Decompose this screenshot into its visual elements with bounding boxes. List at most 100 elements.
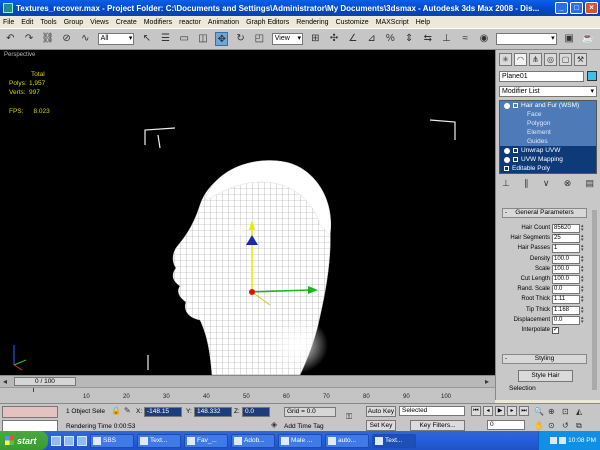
auto-key-button[interactable]: Auto Key: [366, 406, 396, 417]
display-tab-icon[interactable]: ▢: [559, 52, 572, 66]
link-icon[interactable]: ⛓: [41, 32, 54, 46]
pan-icon[interactable]: ✋: [534, 421, 544, 430]
maximize-viewport-icon[interactable]: ⧉: [576, 421, 582, 431]
play-icon[interactable]: ▶: [495, 406, 505, 416]
style-hair-button[interactable]: Style Hair: [518, 370, 573, 382]
modify-tab-icon[interactable]: ◠: [514, 52, 527, 66]
spinner-icon[interactable]: ▴ ▾: [581, 295, 584, 304]
menu-modifiers[interactable]: Modifiers: [144, 19, 172, 26]
object-color-swatch[interactable]: [587, 71, 597, 81]
expand-icon[interactable]: [513, 103, 518, 108]
taskbar-item-male[interactable]: Male ...: [278, 433, 322, 448]
taskbar-item-auto[interactable]: auto...: [325, 433, 369, 448]
menu-help[interactable]: Help: [416, 19, 430, 26]
go-to-end-icon[interactable]: ⏭: [519, 406, 529, 416]
close-button[interactable]: ×: [585, 2, 598, 14]
set-key-button[interactable]: Set Key: [366, 420, 396, 431]
spinner-snap-icon[interactable]: ⇕: [403, 32, 416, 46]
zoom-icon[interactable]: 🔍: [534, 407, 544, 416]
menu-animation[interactable]: Animation: [208, 19, 239, 26]
menu-group[interactable]: Group: [64, 19, 83, 26]
object-name-field[interactable]: Plane01: [499, 71, 584, 82]
snap-toggle-icon[interactable]: ∠: [346, 32, 359, 46]
time-tag-icon[interactable]: ◈: [271, 420, 277, 429]
angle-snap-icon[interactable]: ⊿: [365, 32, 378, 46]
bulb-icon[interactable]: [504, 156, 510, 163]
minimize-button[interactable]: _: [555, 2, 568, 14]
taskbar-item-text-1[interactable]: Text...: [137, 433, 181, 448]
modifier-list-dropdown[interactable]: Modifier List: [499, 86, 597, 97]
density-field[interactable]: 100.0: [552, 254, 580, 264]
window-crossing-icon[interactable]: ◫: [197, 32, 210, 46]
menu-create[interactable]: Create: [116, 19, 137, 26]
cut-length-field[interactable]: 100.0: [552, 274, 580, 284]
viewport-label[interactable]: Perspective: [4, 52, 35, 58]
tray-icon[interactable]: [550, 437, 558, 444]
stack-item-face[interactable]: Face: [500, 110, 596, 119]
stack-item-guides[interactable]: Guides: [500, 137, 596, 146]
motion-tab-icon[interactable]: ◎: [544, 52, 557, 66]
bulb-icon[interactable]: [504, 102, 510, 109]
stack-item-uvw-mapping[interactable]: UVW Mapping: [500, 155, 596, 164]
menu-customize[interactable]: Customize: [336, 19, 369, 26]
zoom-extents-icon[interactable]: ⊡: [562, 407, 569, 416]
menu-file[interactable]: File: [3, 19, 14, 26]
reference-coord-dropdown[interactable]: View: [271, 33, 303, 45]
quick-launch-icon[interactable]: [64, 435, 74, 446]
unlink-icon[interactable]: ⊘: [60, 32, 73, 46]
quick-launch-icon[interactable]: [77, 435, 87, 446]
expand-icon[interactable]: [504, 166, 509, 171]
mirror-icon[interactable]: ⇆: [421, 32, 434, 46]
remove-modifier-icon[interactable]: ⊗: [564, 178, 572, 189]
selection-filter-dropdown[interactable]: All: [97, 33, 135, 45]
tip-thick-field[interactable]: 1.168: [552, 305, 580, 315]
render-setup-icon[interactable]: ▣: [563, 32, 576, 46]
stack-item-unwrap-uvw[interactable]: Unwrap UVW: [500, 146, 596, 155]
root-thick-field[interactable]: 1.11: [552, 295, 580, 305]
tray-icon[interactable]: [559, 437, 567, 444]
select-and-scale-icon[interactable]: ◰: [253, 32, 266, 46]
x-coordinate-field[interactable]: -148.15: [144, 407, 182, 417]
stack-item-hair-and-fur[interactable]: Hair and Fur (WSM): [500, 101, 596, 110]
scale-field[interactable]: 100.0: [552, 264, 580, 274]
command-panel-scrollbar[interactable]: [592, 210, 597, 390]
utilities-tab-icon[interactable]: ⚒: [574, 52, 587, 66]
track-bar[interactable]: 10 20 30 40 50 60 70 80 90 100: [0, 387, 495, 403]
bind-space-warp-icon[interactable]: ∿: [79, 32, 92, 46]
menu-edit[interactable]: Edit: [21, 19, 33, 26]
z-coordinate-field[interactable]: 0.0: [242, 407, 270, 417]
key-icon[interactable]: ⚿: [346, 412, 352, 422]
expand-icon[interactable]: [513, 148, 518, 153]
quick-launch-icon[interactable]: [51, 435, 61, 446]
select-by-name-icon[interactable]: ☰: [159, 32, 172, 46]
key-mode-dropdown[interactable]: Selected: [399, 406, 465, 416]
taskbar-item-sbs[interactable]: SBS: [90, 433, 134, 448]
general-parameters-rollout[interactable]: - General Parameters: [502, 208, 587, 218]
taskbar-item-fav[interactable]: Fav_...: [184, 433, 228, 448]
key-filters-button[interactable]: Key Filters...: [410, 420, 465, 431]
zoom-all-icon[interactable]: ⊕: [548, 407, 555, 416]
time-slider[interactable]: ◂ 0 / 100 ▸: [0, 375, 495, 387]
y-coordinate-field[interactable]: 148.332: [194, 407, 232, 417]
bulb-icon[interactable]: [504, 147, 510, 154]
stack-item-polygon[interactable]: Polygon: [500, 119, 596, 128]
percent-snap-icon[interactable]: %: [384, 32, 397, 46]
menu-rendering[interactable]: Rendering: [296, 19, 328, 26]
spinner-icon[interactable]: ▴ ▾: [581, 285, 584, 294]
menu-graph-editors[interactable]: Graph Editors: [246, 19, 289, 26]
spinner-icon[interactable]: ▴ ▾: [581, 244, 584, 253]
undo-icon[interactable]: ↶: [4, 32, 17, 46]
select-and-move-icon[interactable]: ✥: [215, 32, 229, 46]
spinner-icon[interactable]: ▴ ▾: [581, 305, 584, 314]
configure-sets-icon[interactable]: ▤: [585, 178, 594, 189]
current-frame-field[interactable]: 0: [487, 420, 525, 430]
material-editor-icon[interactable]: ◉: [478, 32, 491, 46]
align-icon[interactable]: ⊥: [440, 32, 453, 46]
show-end-result-icon[interactable]: ∥: [524, 178, 529, 189]
taskbar-item-text-2[interactable]: Text...: [372, 433, 416, 448]
time-slider-thumb[interactable]: 0 / 100: [14, 377, 76, 386]
create-tab-icon[interactable]: ✳: [499, 52, 512, 66]
add-time-tag[interactable]: Add Time Tag: [284, 423, 324, 430]
time-slider-right-arrow-icon[interactable]: ▸: [485, 377, 489, 386]
maximize-button[interactable]: □: [570, 2, 583, 14]
